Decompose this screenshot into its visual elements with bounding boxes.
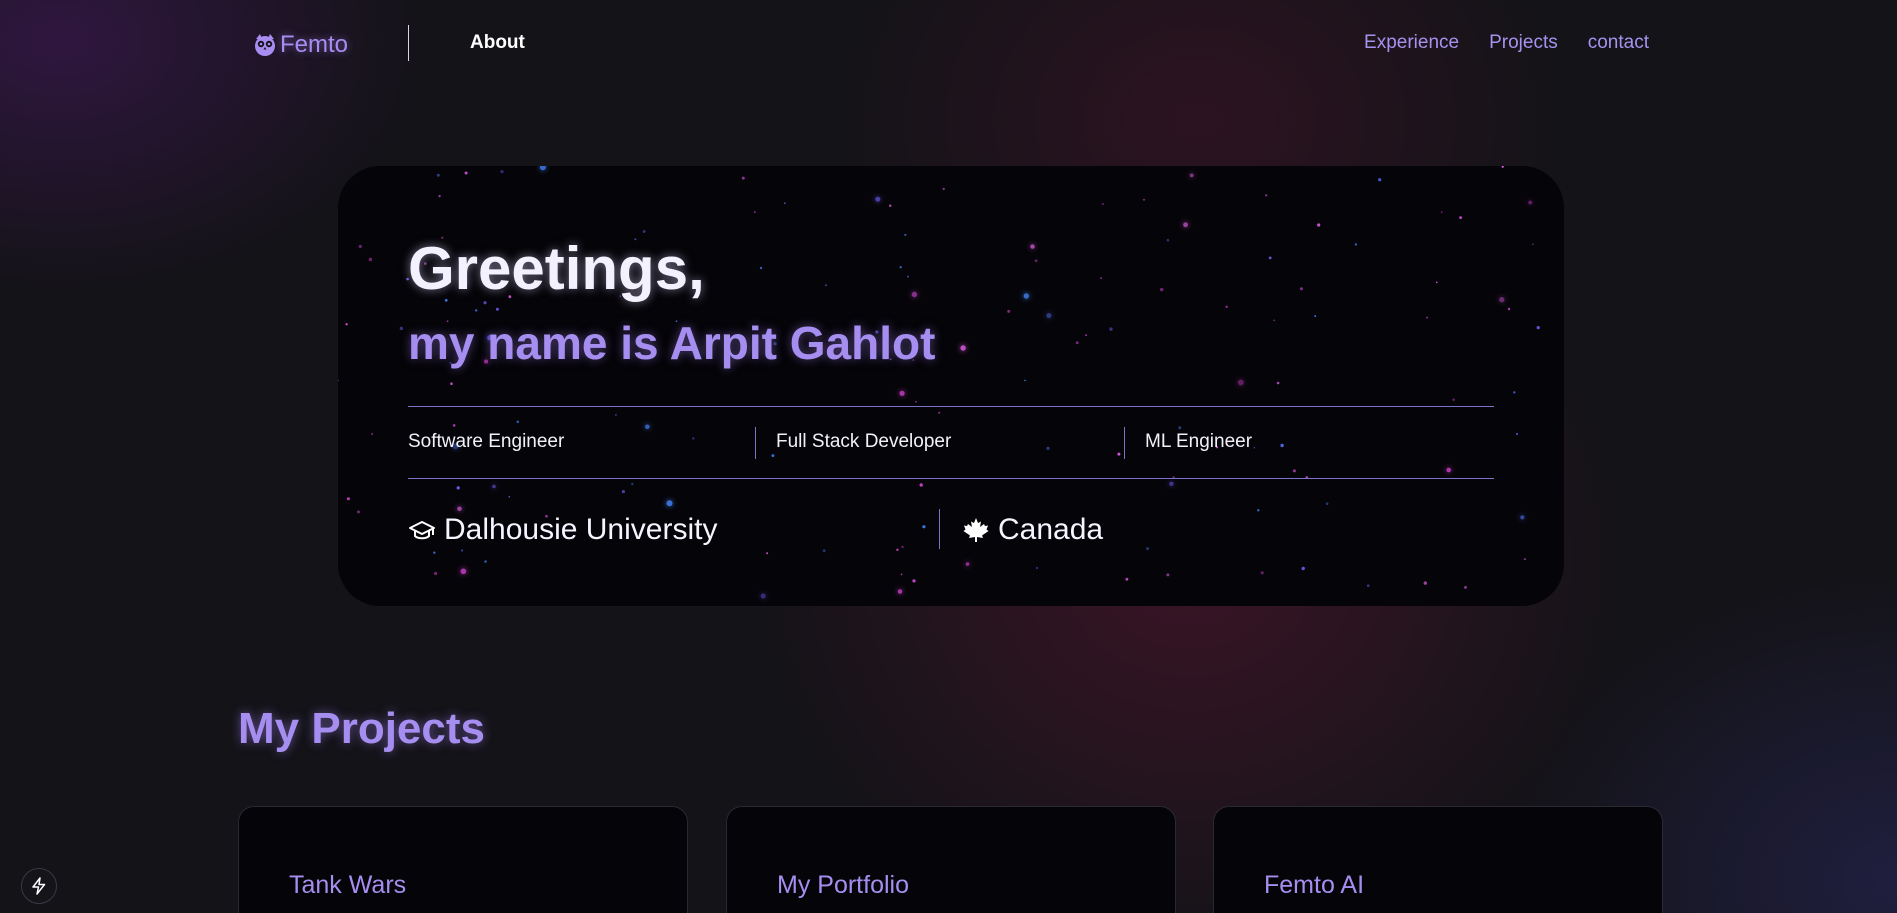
dev-tools-badge[interactable] [21,868,57,904]
brand-name: Femto [280,31,349,58]
project-card-femto-ai[interactable]: Femto AI [1213,806,1663,913]
greeting-heading: Greetings, [408,235,705,302]
top-navbar: Femto About Experience Projects contact [0,0,1897,90]
maple-leaf-icon [963,518,989,542]
owl-icon [255,34,275,56]
name-heading: my name is Arpit Gahlot [408,317,936,369]
project-card-title: Femto AI [1264,871,1365,899]
country-name: Canada [998,513,1104,546]
nav-link-experience[interactable]: Experience [1364,32,1459,54]
divider-top [408,406,1494,407]
country-info: Canada [962,510,1103,550]
university-name: Dalhousie University [444,513,718,546]
brand-link[interactable]: Femto [252,28,348,62]
nav-link-contact[interactable]: contact [1588,32,1649,54]
role-separator [1124,427,1125,459]
nav-link-projects[interactable]: Projects [1489,32,1558,54]
graduation-cap-icon [409,521,435,540]
project-card-title: My Portfolio [777,871,909,899]
nav-divider [408,25,409,61]
hero-card: Greetings, my name is Arpit Gahlot Softw… [338,166,1564,606]
role-software-engineer: Software Engineer [408,431,565,452]
nav-link-about[interactable]: About [470,32,525,54]
project-card-my-portfolio[interactable]: My Portfolio [726,806,1176,913]
project-card-title: Tank Wars [289,871,407,899]
lightning-bolt-icon [32,877,46,895]
nav-links: Experience Projects contact [1364,32,1649,54]
project-card-tank-wars[interactable]: Tank Wars [238,806,688,913]
divider-bottom [408,478,1494,479]
role-ml-engineer: ML Engineer [1145,431,1253,452]
role-separator [755,427,756,459]
role-full-stack-developer: Full Stack Developer [776,431,952,452]
projects-section-title: My Projects [238,704,485,753]
meta-separator [939,509,940,549]
university-info: Dalhousie University [408,510,717,550]
